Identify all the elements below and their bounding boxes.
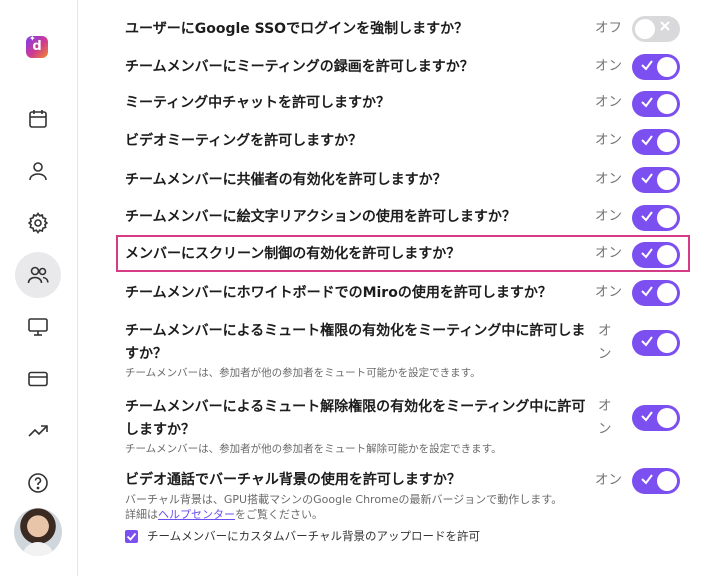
check-icon [641, 211, 653, 222]
toggle-chat[interactable] [632, 91, 680, 117]
toggle-knob [657, 408, 677, 428]
monitor-icon [28, 318, 48, 336]
check-icon [641, 248, 653, 259]
check-icon [641, 135, 653, 146]
app-logo[interactable]: ✦ d [26, 34, 48, 58]
toggle-unmute-permission[interactable] [632, 405, 680, 431]
setting-state: オン [595, 208, 622, 224]
toggle-knob [635, 19, 655, 39]
toggle-emoji-reactions[interactable] [632, 205, 680, 231]
setting-question: ユーザーにGoogle SSOでログインを強制しますか？ [125, 21, 469, 37]
setting-question: チームメンバーにミーティングの録画を許可しますか？ [125, 59, 474, 75]
toggle-mute-permission[interactable] [632, 330, 680, 356]
setting-state: オン [595, 58, 622, 74]
check-icon [641, 173, 653, 184]
nav-billing[interactable] [15, 356, 61, 402]
setting-description: バーチャル背景は、GPU搭載マシンのGoogle Chromeの最新バージョンで… [125, 492, 565, 522]
close-icon [660, 21, 670, 31]
nav-display[interactable] [15, 304, 61, 350]
toggle-knob [657, 283, 677, 303]
setting-mute: チームメンバーによるミュート権限の有効化をミーティング中に許可しますか？ チーム… [125, 320, 593, 381]
trending-icon [28, 425, 48, 437]
setting-description: チームメンバーは、参加者が他の参加者をミュート解除可能かを設定できます。 [125, 443, 502, 455]
check-icon [641, 474, 653, 485]
toggle-knob [657, 132, 677, 152]
toggle-knob [657, 245, 677, 265]
setting-question: チームメンバーによるミュート権限の有効化をミーティング中に許可しますか？ [125, 323, 586, 362]
logo-spark-icon: ✦ [29, 34, 36, 43]
toggle-video-meeting[interactable] [632, 129, 680, 155]
nav-analytics[interactable] [15, 408, 61, 454]
nav-calendar[interactable] [15, 96, 61, 142]
setting-question: チームメンバーによるミュート解除権限の有効化をミーティング中に許可しますか？ [125, 399, 586, 438]
calendar-icon [29, 110, 47, 128]
help-icon [28, 473, 48, 493]
check-icon [641, 97, 653, 108]
setting-question: ビデオ通話でバーチャル背景の使用を許可しますか？ [125, 472, 461, 488]
description-text: をご覧ください。 [235, 508, 323, 521]
nav-team[interactable] [15, 252, 61, 298]
user-icon [29, 162, 47, 181]
setting-unmute: チームメンバーによるミュート解除権限の有効化をミーティング中に許可しますか？ チ… [125, 396, 593, 457]
setting-question: メンバーにスクリーン制御の有効化を許可しますか？ [125, 246, 461, 262]
setting-state: オン [595, 94, 622, 110]
toggle-knob [657, 333, 677, 353]
check-icon [641, 336, 653, 347]
setting-state: オン [598, 323, 612, 362]
toggle-knob [657, 170, 677, 190]
custom-background-checkbox[interactable] [125, 530, 138, 543]
setting-state: オン [598, 398, 612, 437]
toggle-knob [657, 94, 677, 114]
check-icon [641, 60, 653, 71]
nav-settings[interactable] [15, 200, 61, 246]
setting-description: チームメンバーは、参加者が他の参加者をミュート可能かを設定できます。 [125, 367, 481, 379]
help-center-link[interactable]: ヘルプセンター [158, 508, 235, 521]
check-icon [641, 286, 653, 297]
credit-card-icon [28, 371, 48, 387]
toggle-cohost[interactable] [632, 167, 680, 193]
nav-help[interactable] [15, 460, 61, 506]
toggle-knob [657, 208, 677, 228]
check-icon [126, 532, 137, 541]
setting-state: オン [595, 245, 622, 261]
toggle-google-sso[interactable] [632, 16, 680, 42]
check-icon [641, 411, 653, 422]
setting-state: オン [595, 171, 622, 187]
toggle-virtual-background[interactable] [632, 468, 680, 494]
avatar[interactable] [14, 508, 62, 556]
setting-question: チームメンバーに絵文字リアクションの使用を許可しますか？ [125, 209, 516, 225]
setting-state: オン [595, 472, 622, 488]
team-icon [27, 266, 49, 284]
toggle-miro[interactable] [632, 280, 680, 306]
toggle-screen-control[interactable] [632, 242, 680, 268]
setting-question: ビデオミーティングを許可しますか？ [125, 133, 363, 149]
toggle-knob [657, 57, 677, 77]
setting-state: オン [595, 284, 622, 300]
gear-icon [27, 212, 49, 234]
setting-question: チームメンバーに共催者の有効化を許可しますか？ [125, 172, 447, 188]
toggle-knob [657, 471, 677, 491]
setting-question: チームメンバーにホワイトボードでのMiroの使用を許可しますか？ [125, 285, 552, 301]
custom-background-label: チームメンバーにカスタムバーチャル背景のアップロードを許可 [147, 529, 481, 543]
setting-state: オン [595, 132, 622, 148]
avatar-body [22, 542, 54, 556]
toggle-recording[interactable] [632, 54, 680, 80]
setting-state: オフ [595, 20, 622, 36]
nav-profile[interactable] [15, 148, 61, 194]
setting-question: ミーティング中チャットを許可しますか？ [125, 95, 391, 111]
setting-virtual-background: ビデオ通話でバーチャル背景の使用を許可しますか？ バーチャル背景は、GPU搭載マ… [125, 469, 565, 522]
sidebar: ✦ d [0, 0, 78, 576]
